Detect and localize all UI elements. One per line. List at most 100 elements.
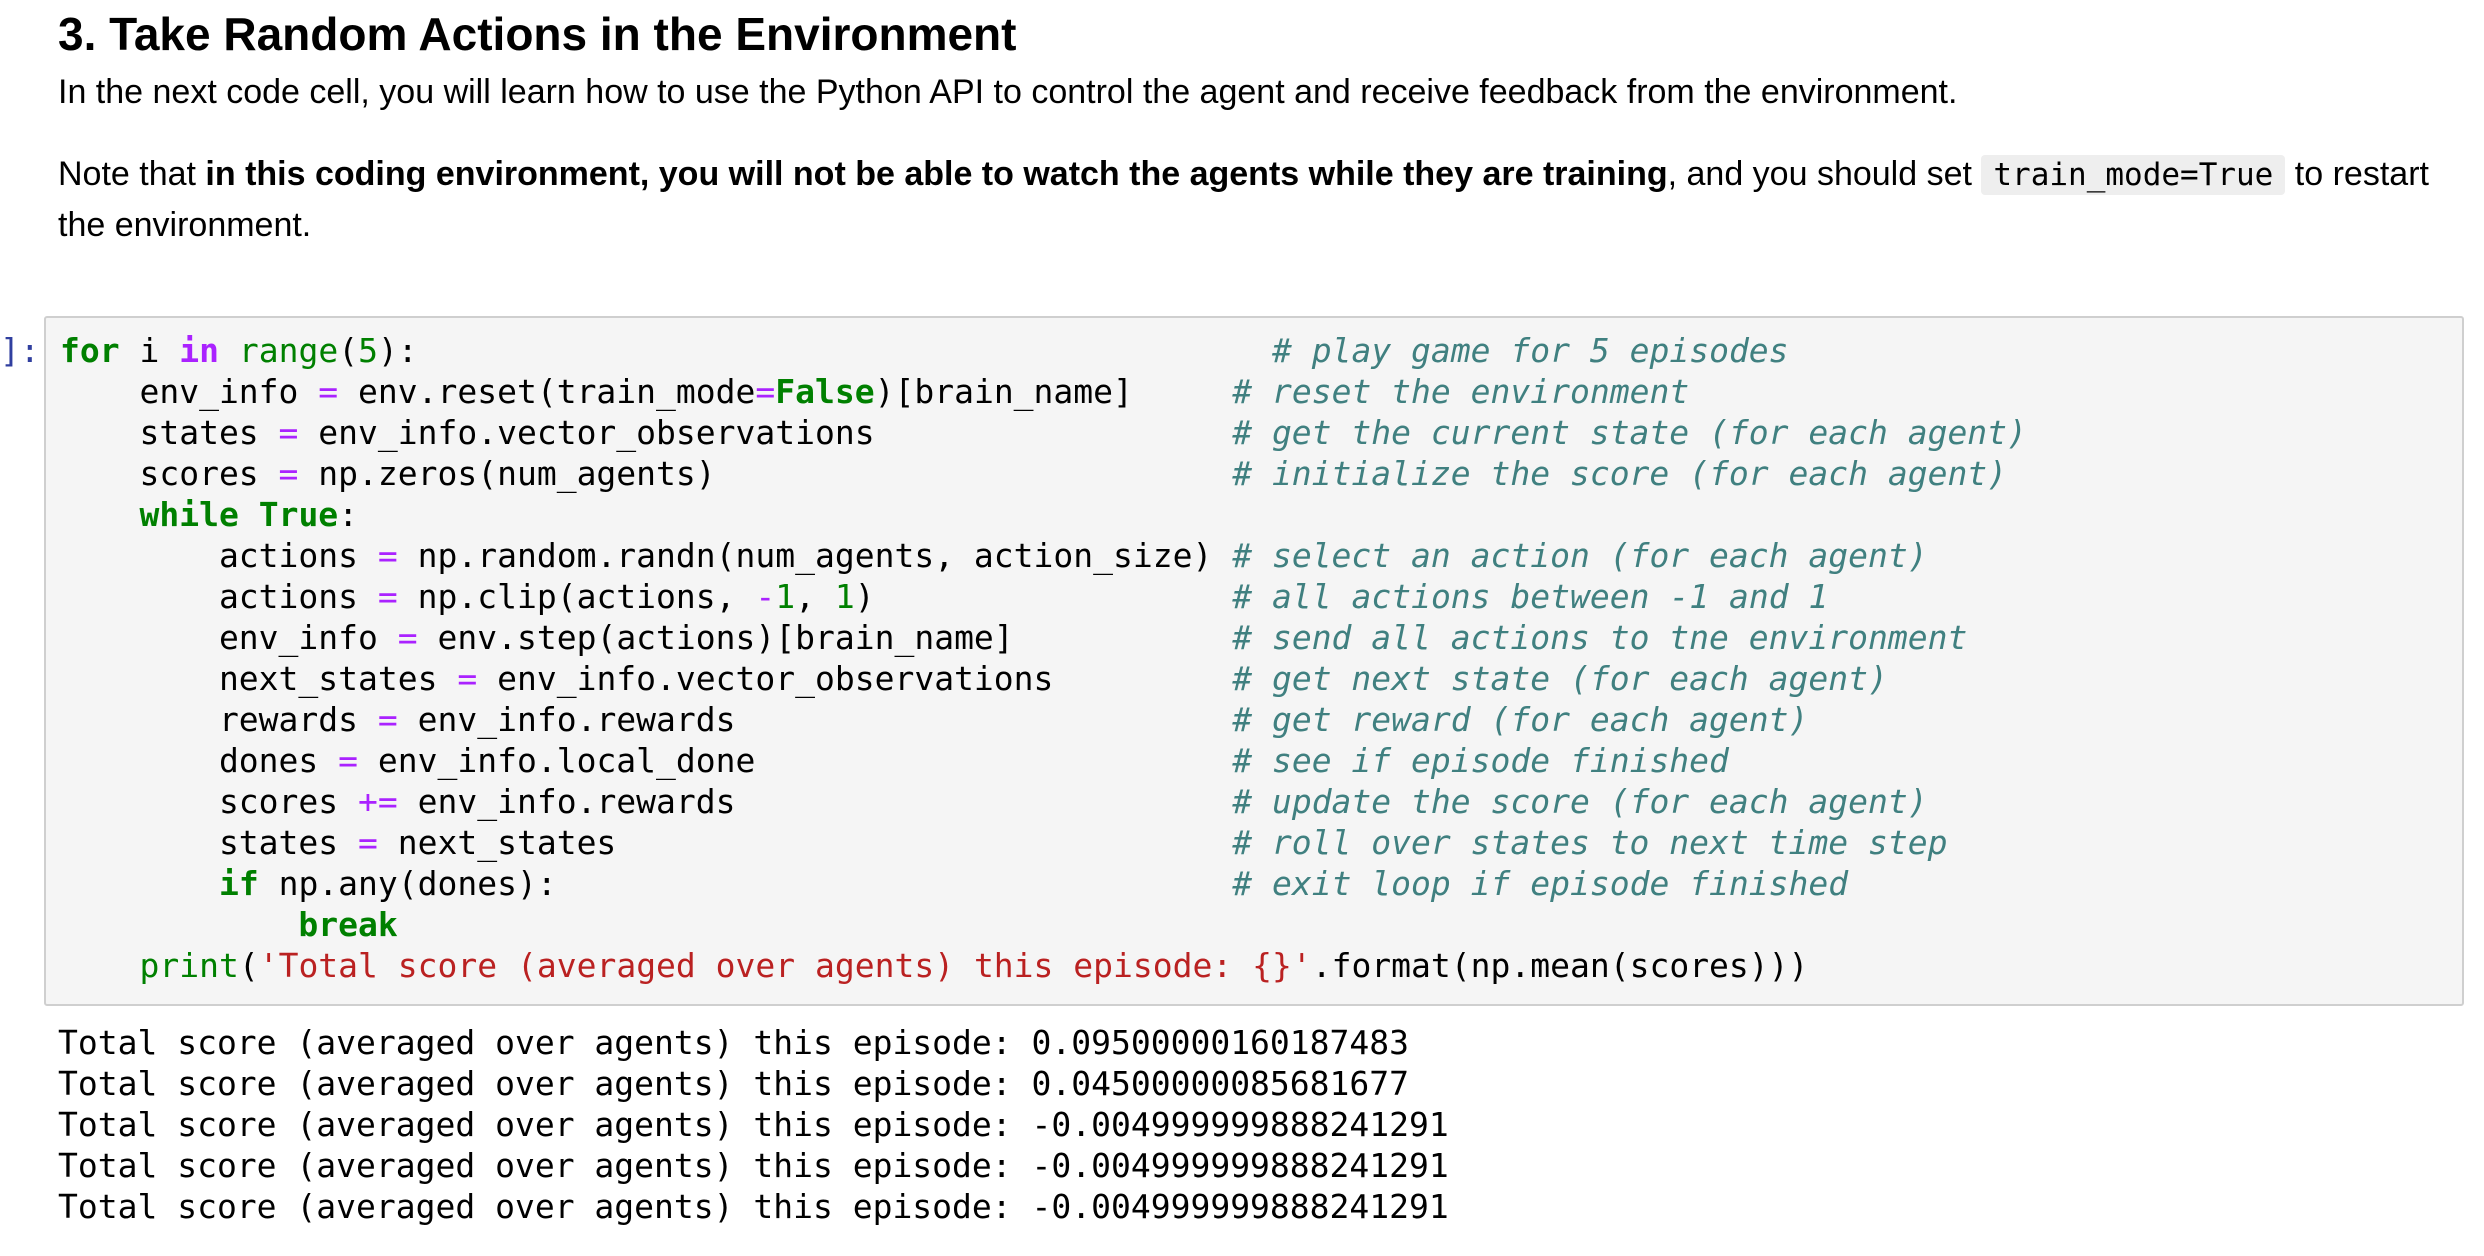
code-token: ( — [338, 331, 359, 370]
code-line: actions = np.random.randn(num_agents, ac… — [60, 535, 2027, 576]
code-line: break — [60, 904, 2027, 945]
inline-code-train-mode: train_mode=True — [1981, 155, 2286, 195]
code-comment: # play game for 5 episodes — [1271, 331, 1789, 370]
code-token: in — [179, 331, 219, 370]
code-token: for — [60, 331, 120, 370]
code-token: = — [457, 659, 478, 698]
output-line: Total score (averaged over agents) this … — [58, 1064, 1410, 1103]
code-token: actions — [60, 536, 378, 575]
note-suffix: to restart — [2285, 155, 2429, 193]
code-token: = — [377, 536, 398, 575]
code-line: if np.any(dones): # exit loop if episode… — [60, 863, 2027, 904]
code-line: env_info = env.step(actions)[brain_name]… — [60, 617, 2027, 658]
code-line: rewards = env_info.rewards # get reward … — [60, 699, 2027, 740]
code-token: i — [119, 331, 180, 370]
code-comment: # get reward (for each agent) — [1232, 700, 1809, 739]
code-cell[interactable]: for i in range(5): # play game for 5 epi… — [44, 316, 2464, 1006]
cell-output: Total score (averaged over agents) this … — [58, 1022, 1449, 1227]
code-token: actions — [60, 577, 378, 616]
note-middle: , and you should set — [1667, 155, 1982, 193]
code-token: False — [775, 372, 875, 411]
code-token: env_info.local_done — [358, 741, 1233, 780]
code-token: = — [338, 741, 359, 780]
output-line: Total score (averaged over agents) this … — [58, 1105, 1449, 1144]
code-comment: # get the current state (for each agent) — [1232, 413, 2027, 452]
code-token: , — [795, 577, 835, 616]
output-line: Total score (averaged over agents) this … — [58, 1023, 1410, 1062]
code-line: dones = env_info.local_done # see if epi… — [60, 740, 2027, 781]
code-token: 1 — [775, 577, 796, 616]
code-token: True — [258, 495, 339, 534]
code-token: scores — [60, 454, 279, 493]
note-prefix: Note that — [58, 155, 206, 193]
code-token: ( — [238, 946, 259, 985]
code-token: 5 — [358, 331, 378, 370]
code-token: break — [298, 905, 398, 944]
code-token: env_info.rewards — [397, 782, 1233, 821]
code-token: if — [218, 864, 259, 903]
code-editor[interactable]: for i in range(5): # play game for 5 epi… — [60, 330, 2027, 986]
code-token: np.any(dones): — [258, 864, 1233, 903]
code-token: env.reset(train_mode — [338, 372, 756, 411]
code-token: = — [377, 577, 398, 616]
code-token: env.step(actions)[brain_name] — [417, 618, 1233, 657]
intro-text: In the next code cell, you will learn ho… — [58, 73, 1958, 111]
code-token: states — [60, 823, 359, 862]
code-comment: # all actions between -1 and 1 — [1232, 577, 1829, 616]
code-token: ) — [854, 577, 1233, 616]
code-token: env_info — [60, 372, 319, 411]
code-token: += — [358, 782, 398, 821]
code-token: : — [338, 495, 359, 534]
note-line-1: Note that in this coding environment, yo… — [58, 149, 2448, 200]
code-token: = — [755, 372, 776, 411]
code-token: 1 — [834, 577, 855, 616]
code-token: next_states — [60, 659, 458, 698]
code-token: 'Total score (averaged over agents) this… — [258, 946, 1312, 985]
code-token: env_info.rewards — [397, 700, 1233, 739]
code-line: states = next_states # roll over states … — [60, 822, 2027, 863]
code-line: scores = np.zeros(num_agents) # initiali… — [60, 453, 2027, 494]
code-line: actions = np.clip(actions, -1, 1) # all … — [60, 576, 2027, 617]
code-comment: # initialize the score (for each agent) — [1232, 454, 2008, 493]
code-token: states — [60, 413, 279, 452]
code-comment: # send all actions to tne environment — [1232, 618, 1968, 657]
code-token: = — [358, 823, 378, 862]
code-line: while True: — [60, 494, 2027, 535]
code-token: .format(np.mean(scores))) — [1311, 946, 1809, 985]
code-line: for i in range(5): # play game for 5 epi… — [60, 330, 2027, 371]
code-comment: # exit loop if episode finished — [1232, 864, 1849, 903]
code-token: print — [139, 946, 239, 985]
note-line-2: the environment. — [58, 206, 312, 244]
code-token: next_states — [377, 823, 1233, 862]
code-token: scores — [60, 782, 359, 821]
code-line: env_info = env.reset(train_mode=False)[b… — [60, 371, 2027, 412]
code-token: np.random.randn(num_agents, action_size) — [397, 536, 1233, 575]
code-comment: # select an action (for each agent) — [1232, 536, 1928, 575]
code-line: print('Total score (averaged over agents… — [60, 945, 2027, 986]
code-token: = — [318, 372, 339, 411]
code-comment: # get next state (for each agent) — [1232, 659, 1888, 698]
output-line: Total score (averaged over agents) this … — [58, 1187, 1449, 1226]
code-token: ): — [377, 331, 1272, 370]
code-line: scores += env_info.rewards # update the … — [60, 781, 2027, 822]
code-token: env_info.vector_observations — [298, 413, 1233, 452]
note-paragraph: Note that in this coding environment, yo… — [58, 149, 2448, 250]
code-token: rewards — [60, 700, 378, 739]
code-token: np.zeros(num_agents) — [298, 454, 1233, 493]
code-line: states = env_info.vector_observations # … — [60, 412, 2027, 453]
code-token: = — [278, 413, 299, 452]
code-comment: # update the score (for each agent) — [1232, 782, 1928, 821]
code-token: np.clip(actions, — [397, 577, 756, 616]
output-line: Total score (averaged over agents) this … — [58, 1146, 1449, 1185]
code-token: dones — [60, 741, 339, 780]
code-comment: # roll over states to next time step — [1232, 823, 1948, 862]
input-prompt: ]: — [0, 331, 40, 370]
note-bold-text: in this coding environment, you will not… — [205, 155, 1668, 193]
intro-paragraph: In the next code cell, you will learn ho… — [58, 67, 2448, 117]
code-line: next_states = env_info.vector_observatio… — [60, 658, 2027, 699]
